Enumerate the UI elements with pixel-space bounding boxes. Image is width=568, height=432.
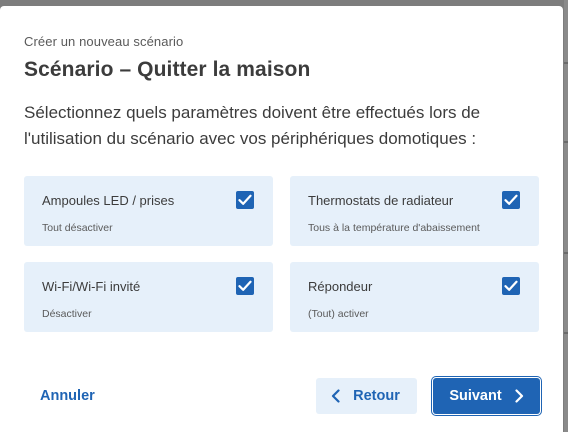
- answering-machine-checkbox[interactable]: [502, 277, 520, 295]
- chevron-right-icon: [515, 389, 523, 403]
- led-sockets-checkbox[interactable]: [236, 191, 254, 209]
- backdrop-mark: [564, 252, 568, 254]
- option-label: Ampoules LED / prises: [42, 193, 175, 208]
- checkmark-icon: [504, 194, 518, 205]
- cancel-button[interactable]: Annuler: [40, 388, 95, 404]
- back-button[interactable]: Retour: [316, 378, 417, 414]
- next-button[interactable]: Suivant: [433, 378, 540, 414]
- option-card-answering-machine[interactable]: Répondeur (Tout) activer: [290, 262, 539, 332]
- backdrop-mark: [564, 332, 568, 334]
- dialog-description: Sélectionnez quels paramètres doivent êt…: [24, 103, 481, 148]
- radiator-thermostats-checkbox[interactable]: [502, 191, 520, 209]
- chevron-left-icon: [332, 389, 340, 403]
- option-card-led-sockets[interactable]: Ampoules LED / prises Tout désactiver: [24, 176, 273, 246]
- option-card-wifi[interactable]: Wi-Fi/Wi-Fi invité Désactiver: [24, 262, 273, 332]
- backdrop-mark: [564, 62, 568, 64]
- checkmark-icon: [238, 280, 252, 291]
- backdrop: [564, 0, 568, 432]
- backdrop-mark: [564, 141, 568, 143]
- scenario-dialog: Créer un nouveau scénario Scénario – Qui…: [0, 6, 563, 432]
- option-label: Répondeur: [308, 279, 373, 294]
- next-button-label: Suivant: [449, 388, 502, 404]
- dialog-subtitle: Créer un nouveau scénario: [24, 34, 184, 49]
- checkmark-icon: [504, 280, 518, 291]
- option-sublabel: (Tout) activer: [308, 308, 369, 320]
- option-label: Wi-Fi/Wi-Fi invité: [42, 279, 141, 294]
- option-card-radiator-thermostats[interactable]: Thermostats de radiateur Tous à la tempé…: [290, 176, 539, 246]
- wifi-checkbox[interactable]: [236, 277, 254, 295]
- option-sublabel: Tout désactiver: [42, 222, 113, 234]
- option-label: Thermostats de radiateur: [308, 193, 454, 208]
- checkmark-icon: [238, 194, 252, 205]
- option-sublabel: Tous à la température d'abaissement: [308, 222, 480, 234]
- dialog-title: Scénario – Quitter la maison: [24, 58, 311, 81]
- option-sublabel: Désactiver: [42, 308, 92, 320]
- back-button-label: Retour: [353, 388, 400, 404]
